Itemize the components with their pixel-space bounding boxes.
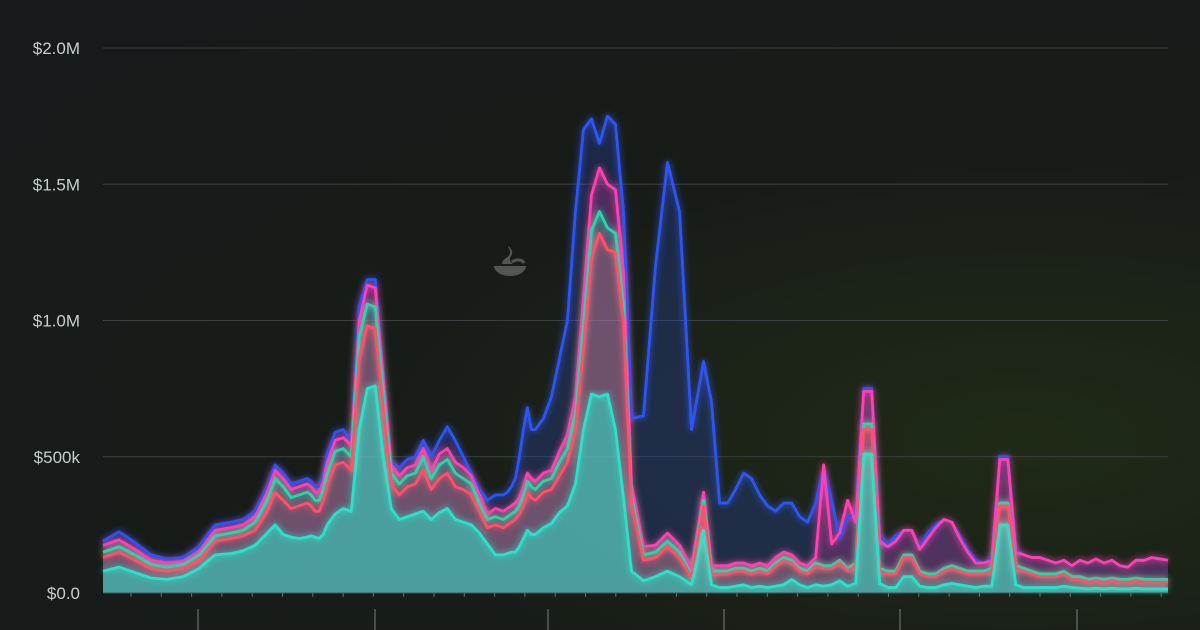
series-lines — [102, 114, 1169, 591]
watermark — [490, 240, 730, 320]
x-axis — [103, 592, 1168, 630]
y-axis: $0.0 $500k $1.0M $1.5M $2.0M — [33, 39, 81, 603]
y-tick-label: $2.0M — [33, 39, 80, 58]
y-tick-label: $1.5M — [33, 175, 80, 194]
y-tick-label: $500k — [34, 448, 81, 467]
y-tick-label: $1.0M — [33, 312, 80, 331]
y-tick-label: $0.0 — [47, 584, 80, 603]
pie-logo-icon — [494, 246, 526, 276]
